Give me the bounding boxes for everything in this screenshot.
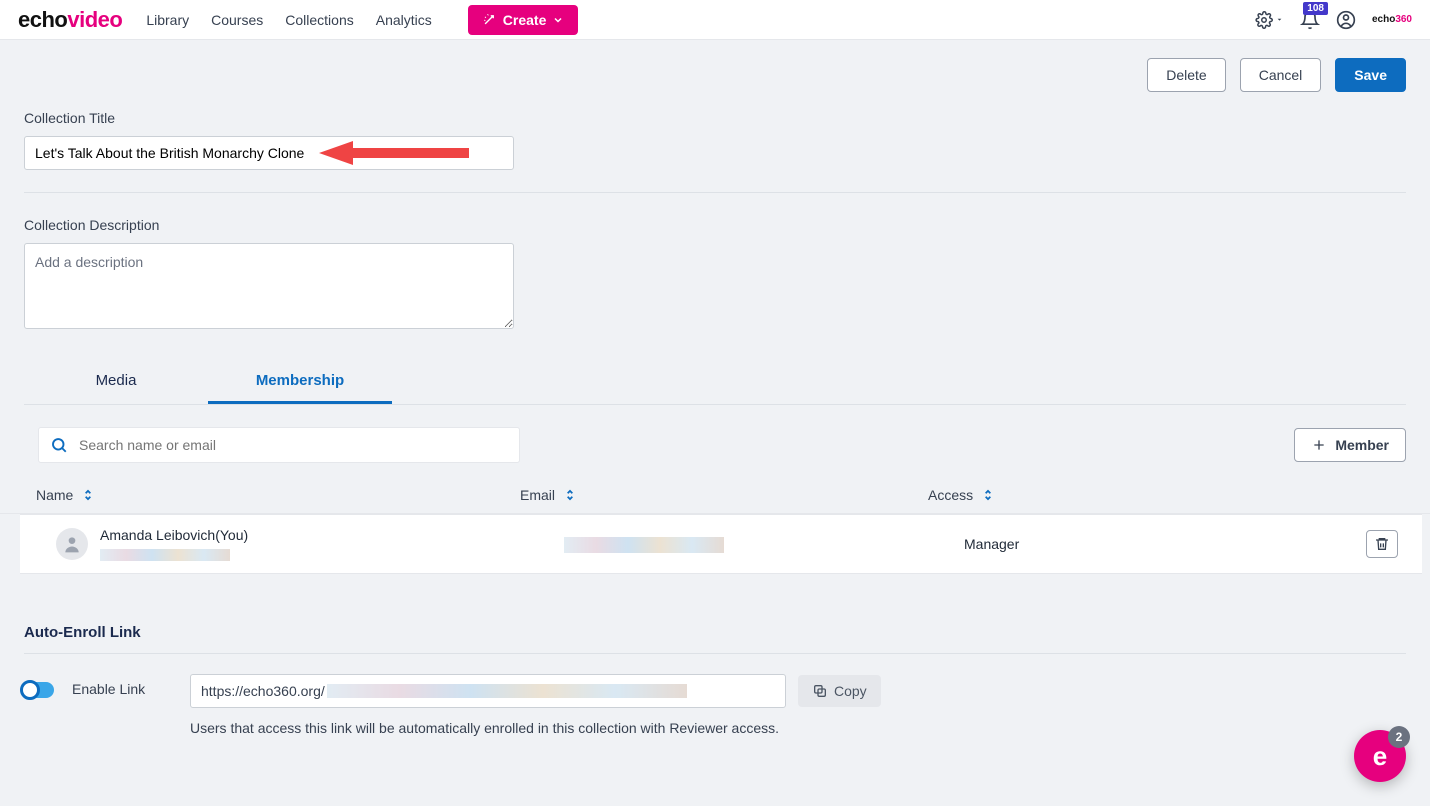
remove-member-button[interactable] <box>1366 530 1398 558</box>
account-button[interactable] <box>1336 10 1356 30</box>
chat-fab[interactable]: e 2 <box>1354 730 1406 782</box>
create-button[interactable]: Create <box>468 5 579 35</box>
copy-icon <box>812 683 828 699</box>
member-row: Amanda Leibovich(You) Manager <box>20 514 1422 574</box>
save-button[interactable]: Save <box>1335 58 1406 92</box>
nav-collections[interactable]: Collections <box>285 12 353 28</box>
search-icon <box>50 436 68 454</box>
col-name-label: Name <box>36 487 73 503</box>
tab-membership[interactable]: Membership <box>208 360 392 404</box>
copy-link-button[interactable]: Copy <box>798 675 881 707</box>
nav-analytics[interactable]: Analytics <box>376 12 432 28</box>
wand-icon <box>482 12 497 27</box>
add-member-label: Member <box>1335 437 1389 453</box>
collection-title-input[interactable] <box>24 136 514 170</box>
redacted-text <box>100 549 230 561</box>
trash-icon <box>1374 536 1390 552</box>
tabs: Media Membership <box>24 360 1406 405</box>
auto-enroll-heading: Auto-Enroll Link <box>24 624 1406 654</box>
description-label: Collection Description <box>24 217 1406 233</box>
redacted-text <box>327 684 687 698</box>
member-search-input[interactable] <box>38 427 520 463</box>
enable-link-toggle[interactable] <box>24 682 54 698</box>
nav-right: 108 echo360 <box>1255 10 1412 30</box>
cancel-button[interactable]: Cancel <box>1240 58 1322 92</box>
page-actions: Delete Cancel Save <box>0 40 1430 110</box>
sort-icon[interactable] <box>81 488 95 502</box>
top-nav: echovideo Library Courses Collections An… <box>0 0 1430 40</box>
notif-badge: 108 <box>1303 2 1328 15</box>
brand-small: echo360 <box>1372 14 1412 25</box>
auto-enroll-help: Users that access this link will be auto… <box>190 720 890 736</box>
chat-fab-icon: e <box>1373 741 1387 772</box>
col-access-label: Access <box>928 487 973 503</box>
create-button-label: Create <box>503 12 547 28</box>
chevron-down-icon <box>552 14 564 26</box>
member-table-header: Name Email Access <box>0 477 1430 514</box>
link-prefix: https://echo360.org <box>201 683 321 699</box>
gear-icon <box>1255 11 1273 29</box>
page-body: Delete Cancel Save Collection Title Coll… <box>0 40 1430 776</box>
col-email-label: Email <box>520 487 555 503</box>
notifications-button[interactable]: 108 <box>1300 10 1320 30</box>
settings-button[interactable] <box>1255 11 1284 29</box>
membership-toolbar: Member <box>0 405 1430 477</box>
sort-icon[interactable] <box>563 488 577 502</box>
add-member-button[interactable]: Member <box>1294 428 1406 462</box>
tab-media[interactable]: Media <box>24 360 208 404</box>
plus-icon <box>1311 437 1327 453</box>
avatar <box>56 528 88 560</box>
redacted-text <box>564 537 724 553</box>
title-label: Collection Title <box>24 110 1406 126</box>
chat-fab-badge: 2 <box>1388 726 1410 748</box>
sort-icon[interactable] <box>981 488 995 502</box>
caret-down-icon <box>1275 15 1284 24</box>
member-name: Amanda Leibovich(You) <box>100 527 564 543</box>
nav-library[interactable]: Library <box>146 12 189 28</box>
copy-label: Copy <box>834 683 867 699</box>
enable-link-label: Enable Link <box>72 681 172 697</box>
member-access: Manager <box>964 536 1019 552</box>
auto-enroll-link-input[interactable]: https://echo360.org/ <box>190 674 786 708</box>
auto-enroll-section: Auto-Enroll Link Enable Link https://ech… <box>0 624 1430 736</box>
divider <box>24 192 1406 193</box>
nav-links: Library Courses Collections Analytics Cr… <box>146 5 578 35</box>
nav-courses[interactable]: Courses <box>211 12 263 28</box>
user-circle-icon <box>1336 10 1356 30</box>
delete-button[interactable]: Delete <box>1147 58 1225 92</box>
collection-description-input[interactable] <box>24 243 514 329</box>
brand-logo[interactable]: echovideo <box>18 7 122 33</box>
